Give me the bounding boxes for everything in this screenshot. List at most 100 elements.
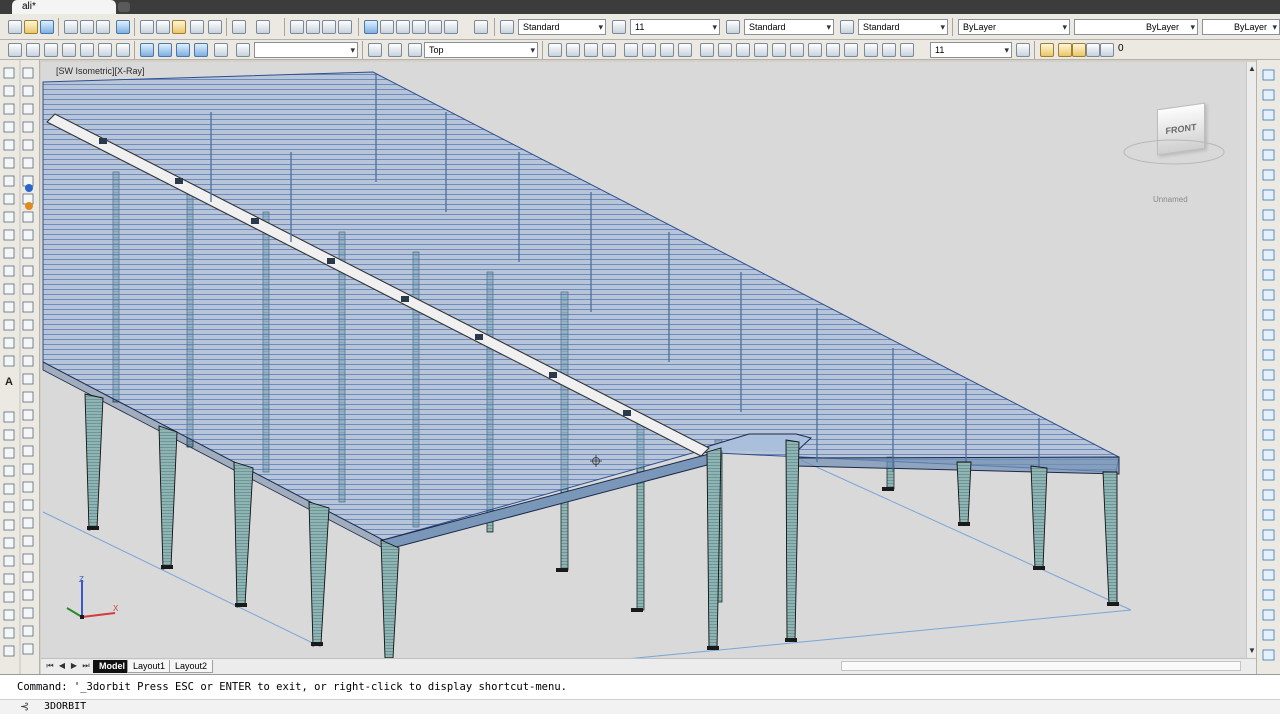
zoom-previous-icon[interactable]: [338, 20, 352, 34]
help-icon[interactable]: [474, 20, 488, 34]
back-view-icon[interactable]: [116, 43, 130, 57]
new-tab-button[interactable]: [118, 2, 130, 12]
publish-icon[interactable]: [96, 20, 110, 34]
last-layout-icon[interactable]: ⏭: [81, 661, 91, 671]
model-viewport[interactable]: X Z [SW Isometric][X-Ray] FRONT Unnamed: [41, 62, 1246, 658]
paste-icon[interactable]: [172, 20, 186, 34]
dimension-update-icon[interactable]: [900, 43, 914, 57]
steel-structure-drawing[interactable]: X Z: [41, 62, 1246, 658]
orbit-icon[interactable]: [236, 43, 250, 57]
tolerance-icon[interactable]: [790, 43, 804, 57]
ordinate-dimension-icon[interactable]: [602, 43, 616, 57]
sheet-set-icon[interactable]: [412, 20, 426, 34]
bottom-view-icon[interactable]: [44, 43, 58, 57]
document-tab[interactable]: ali*: [12, 0, 116, 14]
se-iso-icon[interactable]: [158, 43, 172, 57]
dimension-space-icon[interactable]: [754, 43, 768, 57]
ne-iso-icon[interactable]: [176, 43, 190, 57]
ucs-menu-label[interactable]: Unnamed: [1153, 195, 1188, 204]
dimension-style-dropdown[interactable]: Standard: [744, 19, 834, 35]
dimension-text-edit-icon[interactable]: [882, 43, 896, 57]
ucs-dropdown[interactable]: 11: [930, 42, 1012, 58]
redo-icon[interactable]: [256, 20, 270, 34]
named-ucs-icon[interactable]: [408, 43, 422, 57]
print-preview-icon[interactable]: [80, 20, 94, 34]
lineweight-dropdown[interactable]: ByLayer: [1202, 19, 1280, 35]
linear-dimension-icon[interactable]: [548, 43, 562, 57]
ucs-icon[interactable]: [368, 43, 382, 57]
right-view-icon[interactable]: [80, 43, 94, 57]
web-icon[interactable]: [116, 20, 130, 34]
zoom-window-icon[interactable]: [322, 20, 336, 34]
table-style-dropdown[interactable]: Standard: [858, 19, 948, 35]
nw-iso-icon[interactable]: [194, 43, 208, 57]
sw-iso-icon[interactable]: [140, 43, 154, 57]
radius-dimension-icon[interactable]: [624, 43, 638, 57]
left-view-icon[interactable]: [62, 43, 76, 57]
viewcube-compass-ring[interactable]: [1119, 130, 1229, 170]
named-view-dropdown[interactable]: [254, 42, 358, 58]
pan-icon[interactable]: [290, 20, 304, 34]
text-height-icon[interactable]: [612, 20, 626, 34]
layer-on-icon[interactable]: [1058, 43, 1072, 57]
open-icon[interactable]: [24, 20, 38, 34]
text-style-dropdown[interactable]: Standard: [518, 19, 606, 35]
table-style-icon[interactable]: [840, 20, 854, 34]
scroll-down-icon[interactable]: ▼: [1248, 646, 1256, 655]
layer-icon[interactable]: [1040, 43, 1054, 57]
next-layout-icon[interactable]: ▶: [69, 661, 79, 671]
diameter-dimension-icon[interactable]: [660, 43, 674, 57]
arc-length-icon[interactable]: [584, 43, 598, 57]
left-tool-icons[interactable]: A: [0, 60, 40, 674]
right-tool-icons[interactable]: [1257, 60, 1280, 674]
command-line[interactable]: ⊰ 3DORBIT: [0, 699, 1280, 714]
markup-icon[interactable]: [428, 20, 442, 34]
jogged-linear-icon[interactable]: [844, 43, 858, 57]
tab-layout2[interactable]: Layout2: [169, 660, 214, 673]
color-dropdown[interactable]: ByLayer: [958, 19, 1070, 35]
inspection-icon[interactable]: [826, 43, 840, 57]
vertical-scrollbar[interactable]: ▲ ▼: [1246, 62, 1256, 658]
view-dropdown[interactable]: Top: [424, 42, 538, 58]
zoom-icon[interactable]: [306, 20, 320, 34]
text-style-icon[interactable]: [500, 20, 514, 34]
tab-model[interactable]: Model: [93, 660, 131, 673]
horizontal-scrollbar[interactable]: [841, 661, 1241, 671]
front-view-icon[interactable]: [98, 43, 112, 57]
print-icon[interactable]: [64, 20, 78, 34]
dim-style-icon[interactable]: [1016, 43, 1030, 57]
properties-icon[interactable]: [364, 20, 378, 34]
dimension-break-icon[interactable]: [772, 43, 786, 57]
layer-lock-icon[interactable]: [1086, 43, 1100, 57]
tab-layout1[interactable]: Layout1: [127, 660, 172, 673]
layer-freeze-icon[interactable]: [1072, 43, 1086, 57]
scroll-up-icon[interactable]: ▲: [1248, 64, 1256, 73]
aligned-dimension-icon[interactable]: [566, 43, 580, 57]
jogged-dimension-icon[interactable]: [642, 43, 656, 57]
design-center-icon[interactable]: [380, 20, 394, 34]
layer-color-icon[interactable]: [1100, 43, 1114, 57]
ucs-world-icon[interactable]: [388, 43, 402, 57]
tool-palettes-icon[interactable]: [396, 20, 410, 34]
quick-dimension-icon[interactable]: [700, 43, 714, 57]
camera-icon[interactable]: [214, 43, 228, 57]
prev-layout-icon[interactable]: ◀: [57, 661, 67, 671]
text-height-dropdown[interactable]: 11: [630, 19, 720, 35]
new-icon[interactable]: [8, 20, 22, 34]
baseline-dimension-icon[interactable]: [718, 43, 732, 57]
first-layout-icon[interactable]: ⏮: [45, 661, 55, 671]
center-mark-icon[interactable]: [808, 43, 822, 57]
continue-dimension-icon[interactable]: [736, 43, 750, 57]
view-icon[interactable]: [8, 43, 22, 57]
match-properties-icon[interactable]: [190, 20, 204, 34]
cut-icon[interactable]: [140, 20, 154, 34]
viewport-label[interactable]: [SW Isometric][X-Ray]: [56, 66, 145, 76]
top-view-icon[interactable]: [26, 43, 40, 57]
dimension-style-icon[interactable]: [726, 20, 740, 34]
command-input[interactable]: 3DORBIT: [44, 701, 86, 712]
dimension-edit-icon[interactable]: [864, 43, 878, 57]
angular-dimension-icon[interactable]: [678, 43, 692, 57]
block-editor-icon[interactable]: [208, 20, 222, 34]
linetype-dropdown[interactable]: ByLayer: [1074, 19, 1198, 35]
copy-icon[interactable]: [156, 20, 170, 34]
